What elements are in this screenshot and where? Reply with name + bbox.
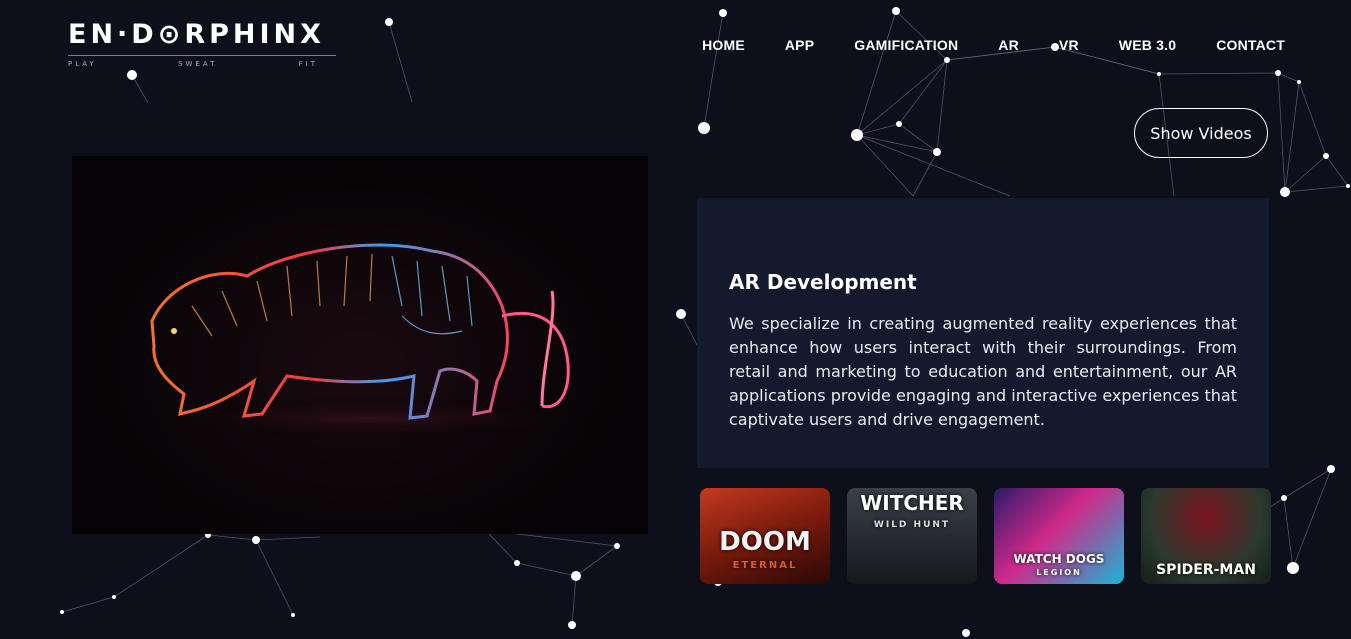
network-node <box>571 571 581 581</box>
network-line <box>571 575 577 626</box>
game-subtitle: ETERNAL <box>732 560 798 571</box>
tiger-illustration <box>122 243 622 440</box>
nav-ar[interactable]: AR <box>998 37 1019 53</box>
game-card-watch-dogs[interactable]: WATCH DOGS LEGION <box>994 488 1124 584</box>
network-line <box>703 65 715 129</box>
network-line <box>856 134 914 197</box>
network-line <box>207 534 257 541</box>
network-line <box>1292 468 1332 569</box>
network-line <box>516 562 577 577</box>
game-thumbnails: DOOM ETERNAL WITCHER WILD HUNT WATCH DOG… <box>700 488 1271 584</box>
network-line <box>856 59 948 136</box>
game-name: WITCHER <box>860 491 964 515</box>
network-line <box>1158 72 1279 75</box>
network-line <box>575 545 618 577</box>
game-title: SPIDER-MAN <box>1141 562 1271 584</box>
logo[interactable]: EN·D⊙RPHINX PLAY SWEAT FIT <box>68 20 338 72</box>
network-line <box>1284 81 1300 193</box>
network-line <box>1284 155 1327 193</box>
game-title: DOOM ETERNAL <box>700 527 830 584</box>
network-node <box>1346 184 1350 188</box>
game-subtitle: WILD HUNT <box>873 520 951 530</box>
network-node <box>1323 153 1329 159</box>
main-nav: HOME APP GAMIFICATION AR VR WEB 3.0 CONT… <box>702 37 1285 53</box>
network-line <box>255 539 294 616</box>
ar-development-card: AR Development We specialize in creating… <box>697 198 1269 468</box>
nav-gamification[interactable]: GAMIFICATION <box>854 37 958 53</box>
network-node <box>514 560 520 566</box>
card-title: AR Development <box>729 270 917 294</box>
network-node <box>1327 465 1335 473</box>
nav-home[interactable]: HOME <box>702 37 745 53</box>
network-line <box>1283 468 1332 499</box>
nav-vr[interactable]: VR <box>1059 37 1079 53</box>
game-subtitle: LEGION <box>1036 568 1082 577</box>
game-title: WATCH DOGS LEGION <box>994 552 1124 584</box>
show-videos-button[interactable]: Show Videos <box>1134 108 1268 158</box>
game-card-spider-man[interactable]: SPIDER-MAN <box>1141 488 1271 584</box>
logo-divider <box>68 55 336 56</box>
network-node <box>892 7 900 15</box>
game-card-doom[interactable]: DOOM ETERNAL <box>700 488 830 584</box>
tagline-sweat: SWEAT <box>178 60 218 68</box>
network-node <box>1281 495 1287 501</box>
network-line <box>1277 72 1300 83</box>
network-node <box>60 610 64 614</box>
network-node <box>291 613 295 617</box>
network-node <box>896 121 902 127</box>
nav-web3[interactable]: WEB 3.0 <box>1119 37 1176 53</box>
network-line <box>484 529 518 564</box>
network-line <box>680 313 698 346</box>
network-line <box>898 59 948 125</box>
tagline-fit: FIT <box>298 60 318 68</box>
card-description: We specialize in creating augmented real… <box>729 314 1237 429</box>
network-node <box>1297 80 1301 84</box>
network-node <box>385 18 393 26</box>
network-node <box>676 309 686 319</box>
network-node <box>851 129 863 141</box>
network-line <box>113 534 209 598</box>
network-node <box>252 536 260 544</box>
network-node <box>1275 70 1281 76</box>
network-node <box>1157 72 1161 76</box>
network-node <box>1280 187 1290 197</box>
network-line <box>388 21 413 103</box>
network-line <box>936 59 948 153</box>
network-node <box>614 543 620 549</box>
nav-contact[interactable]: CONTACT <box>1216 37 1285 53</box>
network-line <box>1284 185 1349 193</box>
network-line <box>1277 72 1286 193</box>
nav-app[interactable]: APP <box>785 37 814 53</box>
game-card-witcher[interactable]: WITCHER WILD HUNT <box>847 488 977 584</box>
network-node <box>719 9 727 17</box>
logo-tagline: PLAY SWEAT FIT <box>68 60 318 68</box>
network-line <box>61 596 115 613</box>
network-node <box>698 122 710 134</box>
tagline-play: PLAY <box>68 60 97 68</box>
network-line <box>1298 81 1327 157</box>
network-line <box>856 10 897 136</box>
network-node <box>944 57 950 63</box>
network-line <box>255 536 321 541</box>
network-node <box>1287 562 1299 574</box>
network-line <box>856 134 1011 197</box>
game-name: SPIDER-MAN <box>1156 562 1256 578</box>
network-node <box>933 148 941 156</box>
game-name: WATCH DOGS <box>1013 552 1105 566</box>
network-node <box>962 629 970 637</box>
network-node <box>112 595 116 599</box>
game-title: WITCHER WILD HUNT <box>847 488 977 536</box>
network-line <box>1283 497 1294 569</box>
game-name: DOOM <box>719 527 811 557</box>
network-line <box>1325 155 1349 187</box>
hero-tiger-image <box>72 156 648 534</box>
logo-wordmark: EN·D⊙RPHINX <box>68 19 325 50</box>
network-node <box>568 621 576 629</box>
